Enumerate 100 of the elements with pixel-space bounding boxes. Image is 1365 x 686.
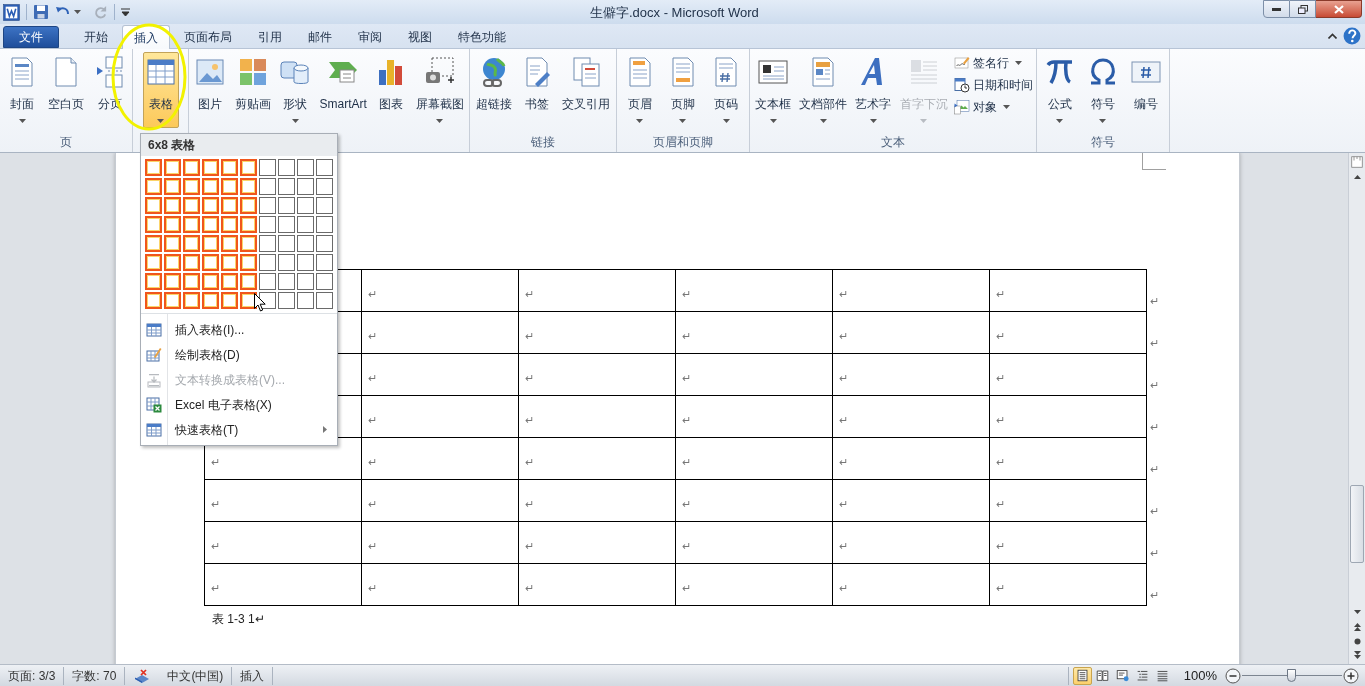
grid-cell[interactable]: [221, 216, 238, 233]
ribbon-tab[interactable]: 开始: [71, 26, 121, 48]
page-count[interactable]: 页面: 3/3: [0, 666, 65, 685]
grid-cell[interactable]: [164, 254, 181, 271]
grid-cell[interactable]: [259, 235, 276, 252]
grid-cell[interactable]: [202, 178, 219, 195]
grid-cell[interactable]: [221, 273, 238, 290]
customize-toolbar-button[interactable]: [121, 7, 130, 17]
grid-cell[interactable]: [221, 254, 238, 271]
ribbon-button[interactable]: 符号: [1085, 52, 1121, 128]
ribbon-button[interactable]: 文本框: [753, 52, 794, 128]
grid-cell[interactable]: [259, 197, 276, 214]
ribbon-button[interactable]: 页眉: [621, 52, 658, 128]
grid-cell[interactable]: [297, 292, 314, 309]
grid-cell[interactable]: [221, 159, 238, 176]
zoom-out-button[interactable]: [1225, 667, 1241, 684]
ribbon-tab[interactable]: 邮件: [295, 26, 345, 48]
restore-button[interactable]: [1290, 0, 1316, 18]
grid-cell[interactable]: [221, 292, 238, 309]
ribbon-button[interactable]: 封面: [4, 52, 40, 128]
zoom-slider-thumb[interactable]: [1287, 668, 1296, 682]
grid-cell[interactable]: [183, 292, 200, 309]
ribbon-button[interactable]: 表格: [142, 52, 179, 128]
grid-cell[interactable]: [240, 159, 257, 176]
grid-cell[interactable]: [278, 178, 295, 195]
grid-cell[interactable]: [202, 159, 219, 176]
grid-cell[interactable]: [297, 197, 314, 214]
grid-cell[interactable]: [316, 178, 333, 195]
grid-cell[interactable]: [240, 178, 257, 195]
zoom-level[interactable]: 100%: [1183, 665, 1217, 686]
small-ribbon-button[interactable]: 日期和时间: [953, 75, 1033, 94]
grid-cell[interactable]: [145, 273, 162, 290]
grid-cell[interactable]: [297, 254, 314, 271]
grid-cell[interactable]: [145, 292, 162, 309]
grid-cell[interactable]: [164, 273, 181, 290]
grid-cell[interactable]: [316, 159, 333, 176]
minimize-ribbon-button[interactable]: [1328, 33, 1337, 39]
grid-cell[interactable]: [278, 235, 295, 252]
grid-cell[interactable]: [316, 235, 333, 252]
grid-cell[interactable]: [183, 178, 200, 195]
grid-cell[interactable]: [278, 159, 295, 176]
menu-item[interactable]: 插入表格(I)...: [141, 317, 337, 342]
grid-cell[interactable]: [278, 197, 295, 214]
grid-cell[interactable]: [316, 273, 333, 290]
zoom-slider[interactable]: [1242, 667, 1342, 684]
grid-cell[interactable]: [240, 235, 257, 252]
ribbon-button[interactable]: 形状: [277, 52, 314, 128]
grid-cell[interactable]: [297, 216, 314, 233]
grid-cell[interactable]: [259, 178, 276, 195]
save-button[interactable]: [33, 4, 49, 20]
grid-cell[interactable]: [297, 273, 314, 290]
grid-cell[interactable]: [221, 197, 238, 214]
grid-cell[interactable]: [202, 197, 219, 214]
grid-cell[interactable]: [316, 216, 333, 233]
ribbon-button[interactable]: 艺术字: [853, 52, 894, 128]
ribbon-tab[interactable]: 审阅: [345, 26, 395, 48]
grid-cell[interactable]: [145, 254, 162, 271]
grid-cell[interactable]: [278, 216, 295, 233]
grid-cell[interactable]: [240, 273, 257, 290]
grid-cell[interactable]: [259, 216, 276, 233]
ribbon-tab[interactable]: 特色功能: [445, 26, 519, 48]
grid-cell[interactable]: [202, 235, 219, 252]
grid-cell[interactable]: [278, 273, 295, 290]
grid-cell[interactable]: [240, 197, 257, 214]
close-button[interactable]: [1316, 0, 1362, 18]
grid-cell[interactable]: [164, 235, 181, 252]
menu-item[interactable]: 绘制表格(D): [141, 342, 337, 367]
grid-cell[interactable]: [297, 159, 314, 176]
grid-cell[interactable]: [278, 254, 295, 271]
grid-cell[interactable]: [164, 197, 181, 214]
grid-cell[interactable]: [221, 235, 238, 252]
ribbon-button[interactable]: 页码: [708, 52, 745, 128]
grid-cell[interactable]: [240, 216, 257, 233]
ribbon-button[interactable]: 图片: [192, 52, 229, 128]
ribbon-tab[interactable]: 文件: [3, 26, 59, 48]
grid-cell[interactable]: [145, 178, 162, 195]
ribbon-tab[interactable]: 视图: [395, 26, 445, 48]
menu-item[interactable]: Excel 电子表格(X): [141, 392, 337, 417]
scrollbar-thumb[interactable]: [1350, 485, 1364, 563]
ribbon-button[interactable]: 书签: [519, 52, 555, 128]
ribbon-tab[interactable]: 页面布局: [171, 26, 245, 48]
ribbon-button[interactable]: 超链接: [473, 52, 514, 128]
grid-cell[interactable]: [164, 159, 181, 176]
grid-cell[interactable]: [297, 235, 314, 252]
grid-cell[interactable]: [183, 197, 200, 214]
grid-cell[interactable]: [316, 197, 333, 214]
grid-cell[interactable]: [145, 197, 162, 214]
grid-cell[interactable]: [221, 178, 238, 195]
grid-cell[interactable]: [145, 159, 162, 176]
ribbon-button[interactable]: 剪贴画: [232, 52, 273, 128]
grid-cell[interactable]: [145, 216, 162, 233]
grid-cell[interactable]: [183, 235, 200, 252]
word-count[interactable]: 字数: 70: [64, 666, 126, 685]
grid-cell[interactable]: [202, 273, 219, 290]
ribbon-tab[interactable]: 引用: [245, 26, 295, 48]
grid-cell[interactable]: [259, 159, 276, 176]
grid-cell[interactable]: [202, 292, 219, 309]
view-button[interactable]: [1072, 666, 1092, 685]
grid-cell[interactable]: [259, 254, 276, 271]
minimize-button[interactable]: [1263, 0, 1290, 18]
